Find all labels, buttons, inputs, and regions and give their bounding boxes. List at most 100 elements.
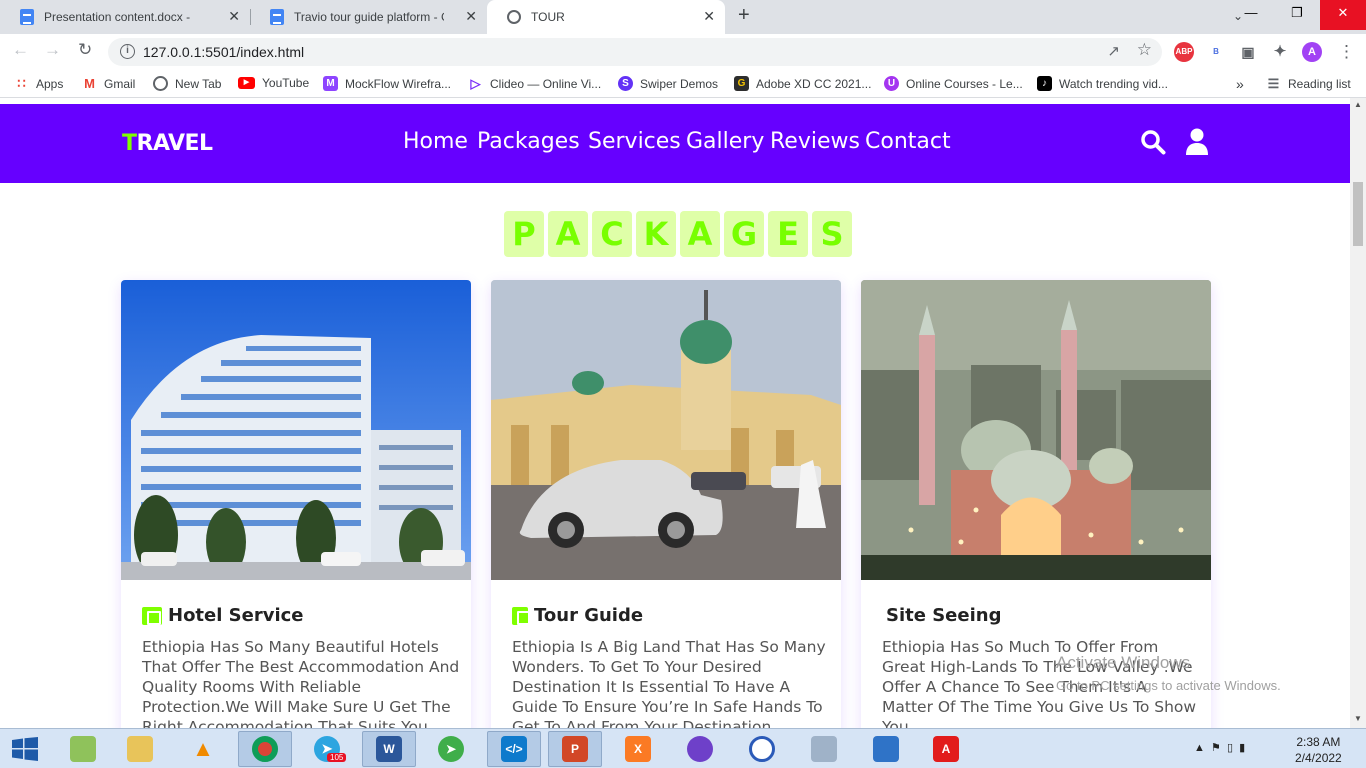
taskbar-app-green[interactable]: ➤: [424, 731, 478, 767]
user-icon[interactable]: [1185, 128, 1209, 156]
tiktok-icon: ♪: [1037, 76, 1052, 91]
taskbar-reader[interactable]: [859, 731, 913, 767]
bookmark-star-icon[interactable]: ☆: [1137, 40, 1152, 60]
restore-button[interactable]: ❐: [1274, 0, 1320, 30]
close-tab-icon[interactable]: ✕: [465, 8, 477, 25]
taskbar-explorer-photos[interactable]: [56, 731, 110, 767]
nav-contact[interactable]: Contact: [865, 129, 951, 154]
scroll-thumb[interactable]: [1353, 182, 1363, 246]
search-icon[interactable]: [1140, 129, 1166, 155]
profile-avatar[interactable]: A: [1302, 42, 1322, 62]
hotel-image: [121, 280, 471, 580]
reading-list-label: Reading list: [1288, 76, 1351, 91]
card-title-text: Hotel Service: [168, 605, 304, 626]
taskbar-powerpoint[interactable]: P: [548, 731, 602, 767]
back-arrow-icon[interactable]: ←: [12, 40, 29, 60]
scroll-down-arrow-icon[interactable]: ▼: [1354, 714, 1362, 723]
taskbar-clock[interactable]: 2:38 AM 2/4/2022: [1295, 734, 1342, 766]
forward-arrow-icon[interactable]: →: [44, 40, 61, 60]
network-app-icon: [749, 736, 775, 762]
acrobat-icon: A: [933, 736, 959, 762]
card-title: Hotel Service: [142, 605, 304, 626]
window-close-button[interactable]: ✕: [1320, 0, 1366, 30]
adblock-extension-icon[interactable]: ABP: [1174, 42, 1194, 62]
reload-icon[interactable]: ↻: [78, 40, 92, 60]
url-text[interactable]: 127.0.0.1:5501/index.html: [143, 44, 304, 60]
site-logo[interactable]: TRAVEL: [122, 131, 213, 156]
swiper-icon: S: [618, 76, 633, 91]
browser-tab-2[interactable]: Travio tour guide platform - Goo ✕: [250, 0, 487, 34]
taskbar-calculator[interactable]: [797, 731, 851, 767]
heading-letter: A: [548, 211, 588, 257]
minimize-button[interactable]: —: [1228, 0, 1274, 30]
share-icon[interactable]: ↗: [1107, 42, 1120, 60]
bookmark-mockflow[interactable]: M MockFlow Wirefra...: [323, 76, 451, 91]
bookmark-label: Gmail: [104, 76, 136, 91]
site-info-icon[interactable]: i: [120, 44, 135, 59]
extension-b-icon[interactable]: B: [1206, 42, 1226, 62]
bookmark-label: Apps: [36, 76, 64, 91]
menu-kebab-icon[interactable]: ⋮: [1338, 42, 1355, 62]
clock-time: 2:38 AM: [1296, 735, 1341, 749]
bookmark-apps[interactable]: ∷ Apps: [14, 76, 63, 91]
tab-title: TOUR: [531, 10, 565, 24]
taskbar-github[interactable]: [673, 731, 727, 767]
bookmark-new-tab[interactable]: New Tab: [153, 76, 221, 91]
scroll-up-arrow-icon[interactable]: ▲: [1354, 100, 1362, 109]
browser-tab-1[interactable]: Presentation content.docx - Goo ✕: [0, 0, 250, 34]
nav-reviews[interactable]: Reviews: [770, 129, 860, 154]
bookmark-gmail[interactable]: M Gmail: [82, 76, 135, 91]
taskbar-app-blue[interactable]: [735, 731, 789, 767]
media-extension-icon[interactable]: ▣: [1238, 42, 1258, 62]
taskbar-acrobat[interactable]: A: [919, 731, 973, 767]
card-description: Ethiopia Is A Big Land That Has So Many …: [512, 638, 826, 728]
bookmark-udemy[interactable]: U Online Courses - Le...: [884, 76, 1023, 91]
system-tray[interactable]: ▲ ⚑ ▯ ▮: [1194, 741, 1245, 754]
globe-icon: [153, 76, 168, 91]
page-scrollbar[interactable]: ▲ ▼: [1350, 98, 1366, 728]
close-tab-icon[interactable]: ✕: [228, 8, 240, 25]
clideo-icon: ▷: [470, 76, 481, 91]
folder-icon: [127, 736, 153, 762]
taskbar-word[interactable]: W: [362, 731, 416, 767]
taskbar-vlc[interactable]: ▲: [176, 731, 230, 767]
udemy-icon: U: [884, 76, 899, 91]
bookmark-swiper[interactable]: S Swiper Demos: [618, 76, 718, 91]
taskbar-file-explorer[interactable]: [113, 731, 167, 767]
bookmark-tiktok[interactable]: ♪ Watch trending vid...: [1037, 76, 1168, 91]
reading-list-icon: ☰: [1267, 76, 1280, 91]
mosque-image: [861, 280, 1211, 580]
nav-home[interactable]: Home: [403, 129, 468, 154]
nav-packages[interactable]: Packages: [477, 129, 580, 154]
bookmarks-overflow-button[interactable]: »: [1236, 76, 1244, 92]
close-tab-icon[interactable]: ✕: [703, 8, 715, 25]
bookmark-label: New Tab: [175, 76, 222, 91]
bookmark-adobe-xd[interactable]: G Adobe XD CC 2021...: [734, 76, 871, 91]
packages-heading: P A C K A G E S: [504, 211, 852, 257]
taskbar-vscode[interactable]: </>: [487, 731, 541, 767]
vscode-icon: </>: [501, 736, 527, 762]
new-tab-button[interactable]: +: [738, 4, 750, 27]
browser-tab-active[interactable]: TOUR ✕: [487, 0, 725, 34]
taskbar-chrome[interactable]: [238, 731, 292, 767]
bookmark-youtube[interactable]: ▶ YouTube: [238, 76, 309, 90]
nav-gallery[interactable]: Gallery: [686, 129, 764, 154]
bookmark-label: Adobe XD CC 2021...: [756, 76, 872, 91]
heading-letter: S: [812, 211, 852, 257]
extensions-puzzle-icon[interactable]: ✦: [1270, 42, 1290, 62]
bookmark-label: YouTube: [262, 76, 310, 90]
bookmark-clideo[interactable]: ▷ Clideo — Online Vi...: [468, 76, 602, 91]
package-card-hotel[interactable]: Hotel Service Ethiopia Has So Many Beaut…: [121, 280, 471, 728]
bookmarks-bar: ∷ Apps M Gmail New Tab ▶ YouTube M MockF…: [0, 70, 1366, 98]
mockflow-icon: M: [323, 76, 338, 91]
taskbar-telegram[interactable]: ➤: [300, 731, 354, 767]
address-bar[interactable]: i 127.0.0.1:5501/index.html ↗ ☆: [108, 38, 1162, 66]
gmail-icon: M: [82, 76, 97, 91]
globe-icon: [507, 10, 521, 24]
windows-start-icon[interactable]: [12, 737, 38, 761]
reading-list-button[interactable]: ☰ Reading list: [1266, 76, 1351, 91]
activate-windows-watermark: Activate Windows: [1056, 653, 1191, 672]
package-card-tour-guide[interactable]: Tour Guide Ethiopia Is A Big Land That H…: [491, 280, 841, 728]
taskbar-xampp[interactable]: X: [611, 731, 665, 767]
nav-services[interactable]: Services: [588, 129, 681, 154]
